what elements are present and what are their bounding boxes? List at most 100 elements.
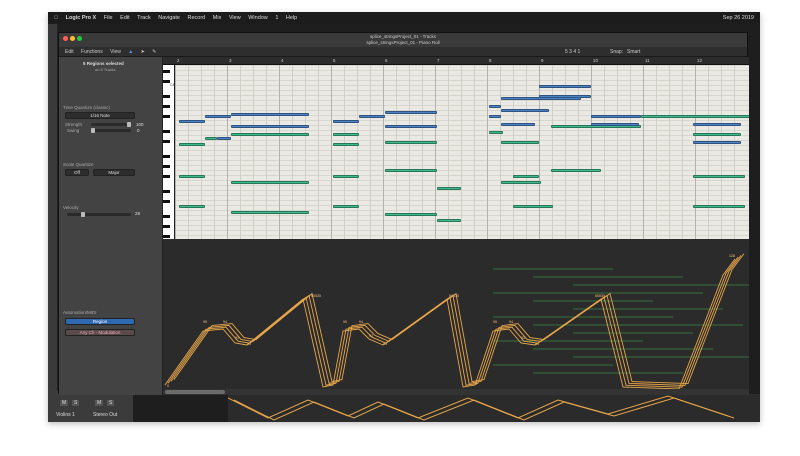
midi-note[interactable]: [591, 123, 639, 126]
scrollbar-thumb[interactable]: [165, 390, 225, 394]
midi-note[interactable]: [359, 115, 385, 118]
black-key[interactable]: [163, 235, 170, 238]
menu-file[interactable]: File: [104, 12, 113, 24]
midi-note[interactable]: [205, 115, 231, 118]
menu-record[interactable]: Record: [188, 12, 206, 24]
velocity-handle[interactable]: [81, 212, 85, 217]
ruler-bar-3[interactable]: 3: [229, 57, 232, 65]
snap-select[interactable]: Smart: [627, 47, 640, 57]
midi-note[interactable]: [489, 115, 501, 118]
midi-note[interactable]: [385, 111, 437, 114]
modulation-curve[interactable]: [164, 258, 736, 390]
strength-handle[interactable]: [127, 122, 131, 127]
midi-note[interactable]: [501, 123, 535, 126]
midi-note[interactable]: [217, 137, 231, 140]
ruler-bar-7[interactable]: 7: [437, 57, 440, 65]
functions-menu-button[interactable]: Functions: [81, 47, 103, 57]
midi-note[interactable]: [501, 141, 539, 144]
midi-note[interactable]: [333, 133, 359, 136]
midi-note[interactable]: [385, 141, 437, 144]
black-key[interactable]: [163, 155, 170, 158]
solo-button-1[interactable]: S: [72, 400, 80, 406]
black-key[interactable]: [163, 225, 170, 228]
mute-button-1[interactable]: M: [60, 400, 69, 406]
midi-note[interactable]: [231, 211, 309, 214]
ruler-bar-4[interactable]: 4: [281, 57, 284, 65]
automation-curves[interactable]: 65535 95 94 93 95 65535 95 94 93 95 65535 95 94 93 95 1…: [163, 239, 760, 390]
window-title-bar[interactable]: splice_stringsProject_01 - Tracks splice…: [59, 33, 747, 47]
swing-handle[interactable]: [91, 128, 95, 133]
black-key[interactable]: [163, 80, 170, 83]
midi-note[interactable]: [333, 205, 359, 208]
ruler-bar-10[interactable]: 10: [593, 57, 598, 65]
ruler-bar-12[interactable]: 12: [697, 57, 702, 65]
midi-note[interactable]: [693, 123, 741, 126]
midi-note[interactable]: [205, 137, 217, 140]
menu-window[interactable]: Window: [248, 12, 268, 24]
ruler-bar-9[interactable]: 9: [541, 57, 544, 65]
midi-note[interactable]: [179, 205, 205, 208]
black-key[interactable]: [163, 95, 170, 98]
automation-lane[interactable]: 65535 95 94 93 95 65535 95 94 93 95 65535 95 94 93 95 1…: [163, 239, 760, 390]
black-key[interactable]: [163, 190, 170, 193]
minimize-icon[interactable]: [70, 36, 75, 41]
midi-note[interactable]: [513, 205, 553, 208]
ruler-bar-11[interactable]: 11: [645, 57, 650, 65]
ruler-bar-5[interactable]: 5: [333, 57, 336, 65]
velocity-slider[interactable]: [67, 212, 131, 217]
midi-note[interactable]: [437, 187, 461, 190]
midi-note[interactable]: [591, 115, 641, 118]
midi-note[interactable]: [539, 85, 591, 88]
midi-note[interactable]: [333, 175, 359, 178]
scale-major-select[interactable]: Major: [93, 169, 135, 176]
midi-note[interactable]: [693, 205, 745, 208]
midi-note[interactable]: [333, 143, 359, 146]
solo-button-2[interactable]: S: [107, 400, 115, 406]
pointer-tool-icon[interactable]: ➤: [141, 47, 145, 57]
black-key[interactable]: [163, 70, 170, 73]
ruler-bar-2[interactable]: 2: [177, 57, 180, 65]
midi-note[interactable]: [693, 133, 741, 136]
midi-note[interactable]: [551, 169, 601, 172]
black-key[interactable]: [163, 105, 170, 108]
midi-note[interactable]: [501, 109, 549, 112]
piano-roll-grid[interactable]: [175, 65, 749, 239]
edit-menu-button[interactable]: Edit: [65, 47, 74, 57]
midi-note[interactable]: [693, 141, 741, 144]
midi-note[interactable]: [489, 131, 503, 134]
midi-note[interactable]: [693, 175, 745, 178]
bar-ruler[interactable]: 2 3 4 5 6 7 8 9 10 11 12: [163, 57, 749, 65]
midi-note[interactable]: [179, 143, 205, 146]
midi-note[interactable]: [641, 115, 749, 118]
modulation-curve[interactable]: [170, 255, 742, 386]
zoom-icon[interactable]: [77, 36, 82, 41]
midi-note[interactable]: [385, 125, 437, 128]
black-key[interactable]: [163, 165, 170, 168]
midi-note[interactable]: [179, 120, 205, 123]
time-quantize-select[interactable]: 1/16 Note: [65, 112, 135, 119]
midi-note[interactable]: [179, 175, 205, 178]
midi-in-icon[interactable]: ▲: [128, 47, 133, 57]
ruler-bar-6[interactable]: 6: [385, 57, 388, 65]
midi-note[interactable]: [501, 181, 541, 184]
mute-button-2[interactable]: M: [95, 400, 104, 406]
menu-track[interactable]: Track: [137, 12, 151, 24]
pencil-tool-icon[interactable]: ✎: [152, 47, 156, 57]
midi-note[interactable]: [437, 219, 461, 222]
swing-slider[interactable]: [91, 128, 131, 133]
apple-icon[interactable]: : [54, 12, 58, 24]
midi-note[interactable]: [231, 113, 309, 116]
close-icon[interactable]: [63, 36, 68, 41]
midi-note[interactable]: [385, 169, 437, 172]
midi-note[interactable]: [513, 175, 539, 178]
menu-edit[interactable]: Edit: [120, 12, 129, 24]
midi-note[interactable]: [231, 133, 309, 136]
midi-note[interactable]: [231, 125, 309, 128]
midi-note[interactable]: [489, 105, 501, 108]
black-key[interactable]: [163, 200, 170, 203]
menu-mix[interactable]: Mix: [213, 12, 222, 24]
black-key[interactable]: [163, 175, 170, 178]
black-key[interactable]: [163, 130, 170, 133]
view-menu-button[interactable]: View: [110, 47, 121, 57]
menu-help[interactable]: Help: [286, 12, 297, 24]
